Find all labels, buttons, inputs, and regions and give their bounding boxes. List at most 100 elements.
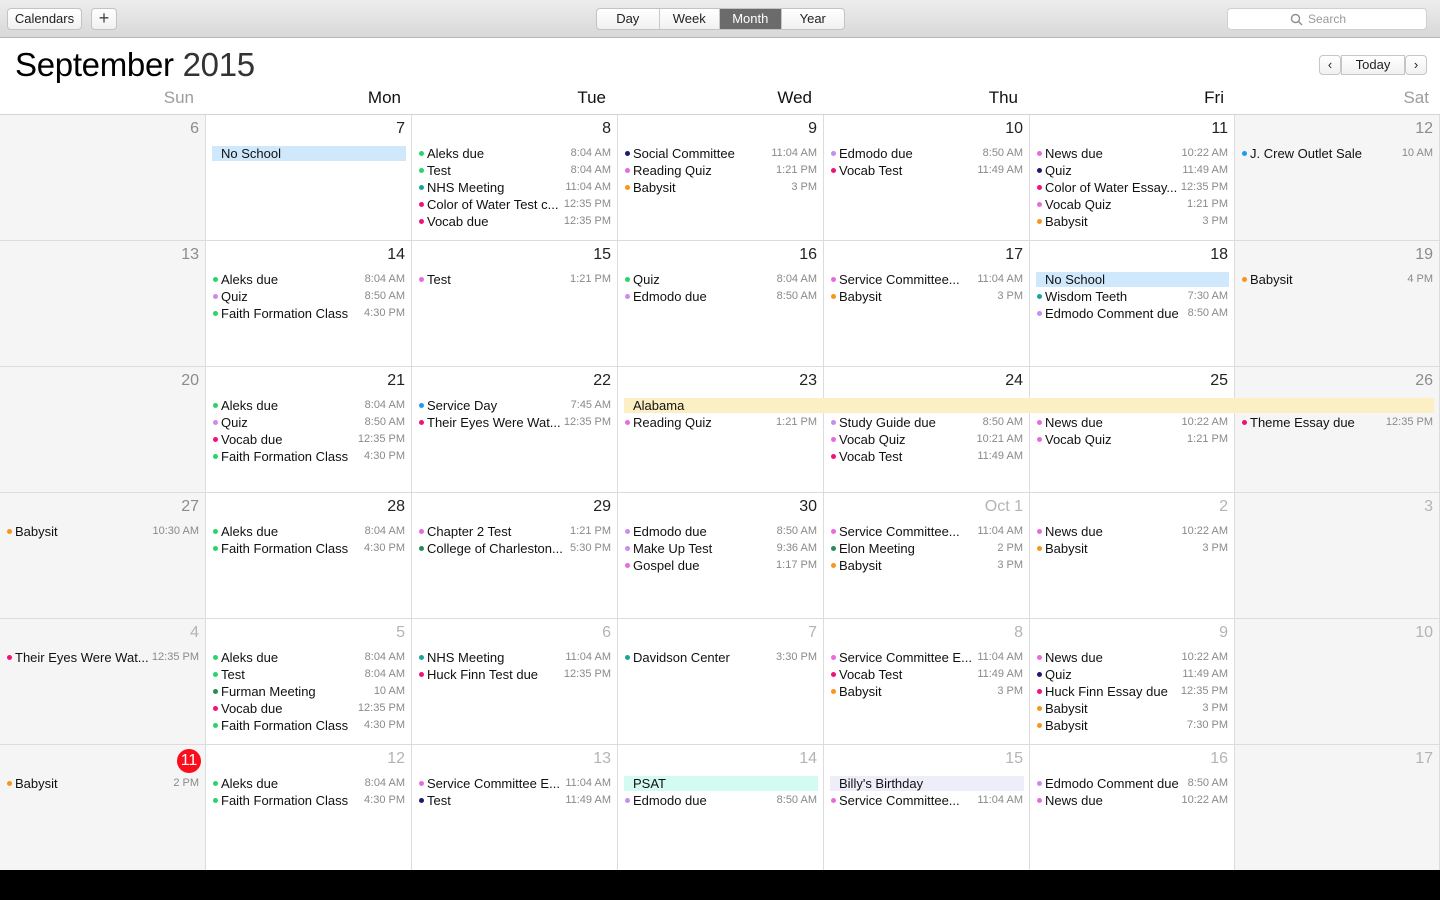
event-item[interactable]: NHS Meeting 11:04 AM xyxy=(412,179,617,196)
event-item[interactable]: Babysit 3 PM xyxy=(1030,213,1234,230)
day-cell[interactable]: 30 Edmodo due 8:50 AM Make Up Test 9:36 AM Go… xyxy=(618,493,824,619)
day-cell[interactable]: 16 Edmodo Comment due 8:50 AM News due 10:22… xyxy=(1030,745,1235,870)
tab-week[interactable]: Week xyxy=(660,9,721,29)
event-item[interactable]: Faith Formation Class 4:30 PM xyxy=(206,540,411,557)
event-item[interactable]: Aleks due 8:04 AM xyxy=(206,397,411,414)
event-item[interactable]: Babysit 3 PM xyxy=(1030,700,1234,717)
event-item[interactable]: Edmodo due 8:50 AM xyxy=(824,145,1029,162)
event-item[interactable]: Babysit 3 PM xyxy=(824,683,1029,700)
tab-month[interactable]: Month xyxy=(720,9,782,29)
day-cell[interactable]: 23 Reading Quiz 1:21 PM xyxy=(618,367,824,493)
event-item[interactable]: Aleks due 8:04 AM xyxy=(412,145,617,162)
event-item[interactable]: Service Committee E... 11:04 AM xyxy=(412,775,617,792)
event-item[interactable]: Babysit 7:30 PM xyxy=(1030,717,1234,734)
event-item[interactable]: Faith Formation Class 4:30 PM xyxy=(206,717,411,734)
day-cell[interactable]: Oct 1 Service Committee... 11:04 AM Elon Me… xyxy=(824,493,1030,619)
event-item[interactable]: Service Committee... 11:04 AM xyxy=(824,792,1029,809)
event-item[interactable]: News due 10:22 AM xyxy=(1030,145,1234,162)
event-item[interactable]: College of Charleston... 5:30 PM xyxy=(412,540,617,557)
day-cell[interactable]: 13 xyxy=(0,241,206,367)
event-item[interactable]: Babysit 4 PM xyxy=(1235,271,1439,288)
tab-year[interactable]: Year xyxy=(782,9,844,29)
day-cell[interactable]: 25 News due 10:22 AM Vocab Quiz 1:21 PM xyxy=(1030,367,1235,493)
day-cell[interactable]: 20 xyxy=(0,367,206,493)
day-cell[interactable]: 11 News due 10:22 AM Quiz 11:49 AM Color of W… xyxy=(1030,115,1235,241)
day-cell[interactable]: 9 Social Committee 11:04 AM Reading Quiz 1:2… xyxy=(618,115,824,241)
event-item[interactable]: Vocab Test 11:49 AM xyxy=(824,666,1029,683)
day-cell[interactable]: 22 Service Day 7:45 AM Their Eyes Were Wat.… xyxy=(412,367,618,493)
next-month-button[interactable]: › xyxy=(1405,55,1427,75)
day-cell[interactable]: 27 Babysit 10:30 AM xyxy=(0,493,206,619)
all-day-event[interactable]: Alabama xyxy=(624,398,1434,413)
event-item[interactable]: Edmodo Comment due 8:50 AM xyxy=(1030,305,1234,322)
event-item[interactable]: Service Day 7:45 AM xyxy=(412,397,617,414)
event-item[interactable]: Quiz 8:50 AM xyxy=(206,414,411,431)
event-item[interactable]: Vocab Test 11:49 AM xyxy=(824,448,1029,465)
event-item[interactable]: News due 10:22 AM xyxy=(1030,523,1234,540)
event-item[interactable]: Their Eyes Were Wat... 12:35 PM xyxy=(0,649,205,666)
calendars-button[interactable]: Calendars xyxy=(7,8,82,30)
event-item[interactable]: Vocab due 12:35 PM xyxy=(206,431,411,448)
event-item[interactable]: Faith Formation Class 4:30 PM xyxy=(206,792,411,809)
event-item[interactable]: Test 8:04 AM xyxy=(206,666,411,683)
day-cell[interactable]: 15 Test 1:21 PM xyxy=(412,241,618,367)
day-cell[interactable]: 5 Aleks due 8:04 AM Test 8:04 AM Furman Meeti… xyxy=(206,619,412,745)
event-item[interactable]: Service Committee... 11:04 AM xyxy=(824,523,1029,540)
event-item[interactable]: Study Guide due 8:50 AM xyxy=(824,414,1029,431)
day-cell[interactable]: 10 Edmodo due 8:50 AM Vocab Test 11:49 AM xyxy=(824,115,1030,241)
event-item[interactable]: Reading Quiz 1:21 PM xyxy=(618,414,823,431)
day-cell[interactable]: 8 Service Committee E... 11:04 AM Vocab Tes… xyxy=(824,619,1030,745)
event-item[interactable]: Aleks due 8:04 AM xyxy=(206,271,411,288)
event-item[interactable]: Make Up Test 9:36 AM xyxy=(618,540,823,557)
event-item[interactable]: Edmodo due 8:50 AM xyxy=(618,792,823,809)
day-cell[interactable]: 6 NHS Meeting 11:04 AM Huck Finn Test due 12… xyxy=(412,619,618,745)
event-item[interactable]: Vocab Quiz 1:21 PM xyxy=(1030,431,1234,448)
day-cell[interactable]: 14 Edmodo due 8:50 AM xyxy=(618,745,824,870)
today-button[interactable]: Today xyxy=(1341,55,1405,75)
event-item[interactable]: Chapter 2 Test 1:21 PM xyxy=(412,523,617,540)
event-item[interactable]: Vocab Quiz 10:21 AM xyxy=(824,431,1029,448)
all-day-event[interactable]: No School xyxy=(212,146,406,161)
event-item[interactable]: Vocab due 12:35 PM xyxy=(412,213,617,230)
tab-day[interactable]: Day xyxy=(597,9,660,29)
day-cell[interactable]: 3 xyxy=(1235,493,1440,619)
event-item[interactable]: Their Eyes Were Wat... 12:35 PM xyxy=(412,414,617,431)
day-cell[interactable]: 17 xyxy=(1235,745,1440,870)
event-item[interactable]: Huck Finn Test due 12:35 PM xyxy=(412,666,617,683)
event-item[interactable]: Theme Essay due 12:35 PM xyxy=(1235,414,1439,431)
event-item[interactable]: News due 10:22 AM xyxy=(1030,414,1234,431)
event-item[interactable]: News due 10:22 AM xyxy=(1030,649,1234,666)
event-item[interactable]: Babysit 3 PM xyxy=(824,288,1029,305)
event-item[interactable]: Vocab Test 11:49 AM xyxy=(824,162,1029,179)
day-cell[interactable]: 2 News due 10:22 AM Babysit 3 PM xyxy=(1030,493,1235,619)
event-item[interactable]: Quiz 11:49 AM xyxy=(1030,666,1234,683)
event-item[interactable]: News due 10:22 AM xyxy=(1030,792,1234,809)
event-item[interactable]: Elon Meeting 2 PM xyxy=(824,540,1029,557)
day-cell[interactable]: 24 Study Guide due 8:50 AM Vocab Quiz 10:21 … xyxy=(824,367,1030,493)
search-field[interactable]: Search xyxy=(1227,8,1427,30)
event-item[interactable]: Color of Water Test c... 12:35 PM xyxy=(412,196,617,213)
day-cell[interactable]: 14 Aleks due 8:04 AM Quiz 8:50 AM Faith Forma… xyxy=(206,241,412,367)
event-item[interactable]: Quiz 8:50 AM xyxy=(206,288,411,305)
all-day-event[interactable]: PSAT xyxy=(624,776,818,791)
event-item[interactable]: Edmodo due 8:50 AM xyxy=(618,288,823,305)
day-cell[interactable]: 17 Service Committee... 11:04 AM Babysit 3 P… xyxy=(824,241,1030,367)
event-item[interactable]: Quiz 11:49 AM xyxy=(1030,162,1234,179)
day-cell[interactable]: 7 Davidson Center 3:30 PM xyxy=(618,619,824,745)
event-item[interactable]: Edmodo Comment due 8:50 AM xyxy=(1030,775,1234,792)
event-item[interactable]: Aleks due 8:04 AM xyxy=(206,523,411,540)
event-item[interactable]: Reading Quiz 1:21 PM xyxy=(618,162,823,179)
previous-month-button[interactable]: ‹ xyxy=(1319,55,1341,75)
day-cell[interactable]: 4 Their Eyes Were Wat... 12:35 PM xyxy=(0,619,206,745)
day-cell[interactable]: 29 Chapter 2 Test 1:21 PM College of Charle… xyxy=(412,493,618,619)
day-cell[interactable]: 16 Quiz 8:04 AM Edmodo due 8:50 AM xyxy=(618,241,824,367)
event-item[interactable]: Babysit 3 PM xyxy=(824,557,1029,574)
all-day-event[interactable]: Billy's Birthday xyxy=(830,776,1024,791)
event-item[interactable]: Service Committee... 11:04 AM xyxy=(824,271,1029,288)
event-item[interactable]: Babysit 3 PM xyxy=(1030,540,1234,557)
event-item[interactable]: Social Committee 11:04 AM xyxy=(618,145,823,162)
event-item[interactable]: Davidson Center 3:30 PM xyxy=(618,649,823,666)
event-item[interactable]: Babysit 10:30 AM xyxy=(0,523,205,540)
event-item[interactable]: Babysit 3 PM xyxy=(618,179,823,196)
day-cell[interactable]: 26 Theme Essay due 12:35 PM xyxy=(1235,367,1440,493)
